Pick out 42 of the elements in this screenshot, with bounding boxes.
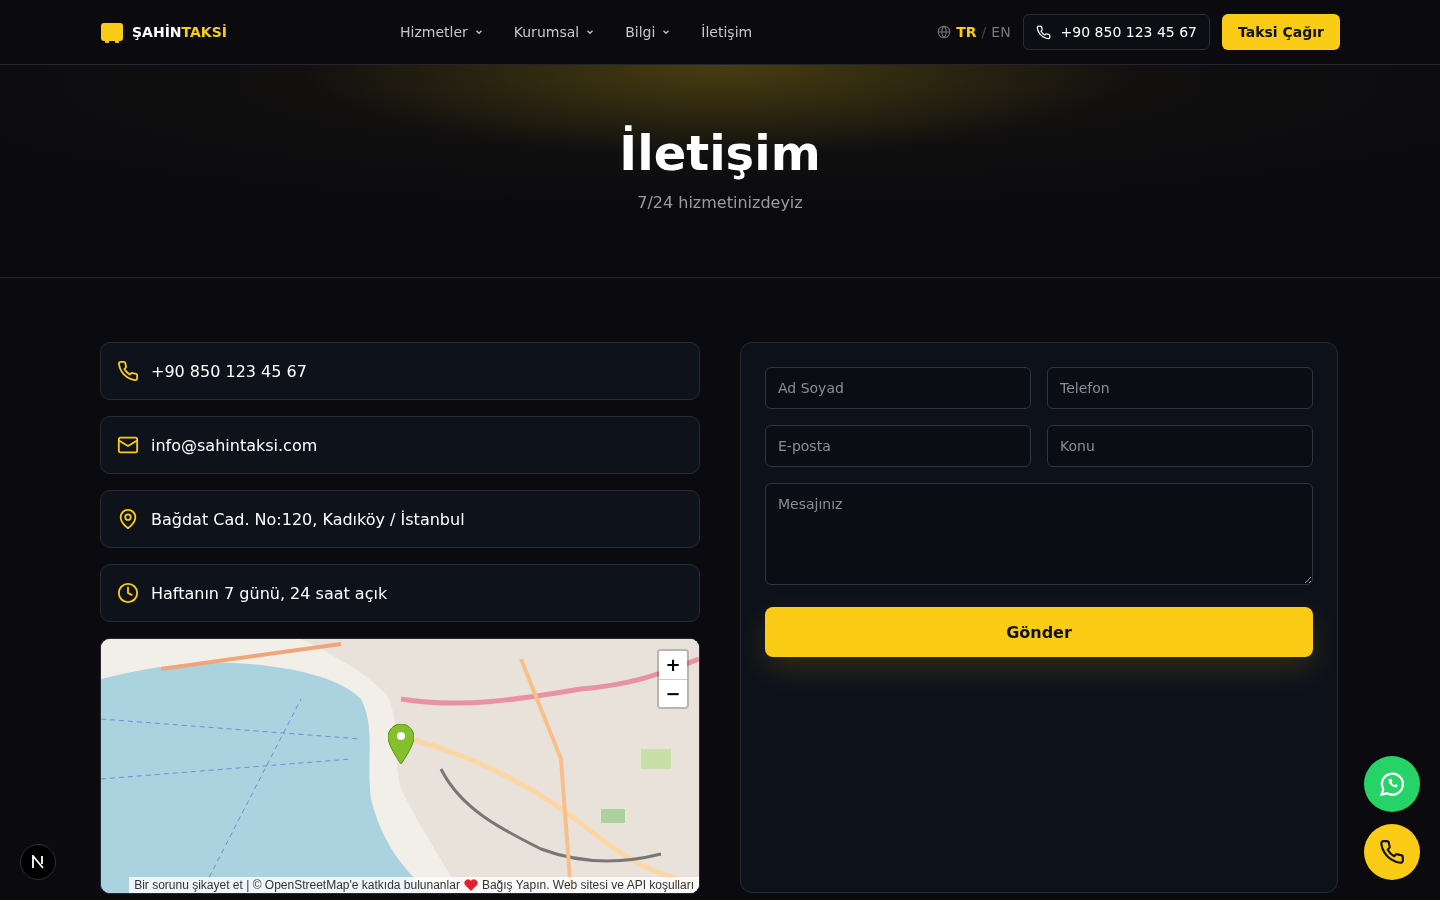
logo-icon: [100, 21, 124, 43]
contact-text: Haftanın 7 günü, 24 saat açık: [151, 583, 388, 603]
mail-icon: [117, 434, 139, 456]
call-button[interactable]: [1364, 824, 1420, 880]
chat-bubble-icon: [1378, 770, 1406, 798]
clock-icon: [117, 582, 139, 604]
nav-link[interactable]: Hizmetler: [400, 24, 484, 40]
logo-text: ŞAHİNTAKSİ: [132, 24, 227, 40]
separator: /: [981, 24, 987, 40]
nav-link[interactable]: Kurumsal: [513, 24, 596, 40]
map-pin-icon: [388, 724, 414, 764]
globe-icon: [937, 25, 952, 39]
phone-icon: [117, 360, 139, 382]
page-subtitle: 7/24 hizmetinizdeyiz: [636, 193, 804, 212]
input-field[interactable]: E-posta: [765, 425, 1031, 467]
message-field[interactable]: Mesajınız: [765, 483, 1313, 585]
logo-icon: [31, 855, 45, 869]
nav-link[interactable]: İletişim: [701, 24, 753, 40]
language-option[interactable]: EN: [991, 24, 1011, 40]
map[interactable]: + − Bir sorunu şikayet et | © OpenStreetMap'e katkıda bulunanlar Bağış Yapın. Web sitesi ve API koşulları: [100, 638, 700, 894]
page-title: İletişim: [618, 124, 822, 183]
submit-button[interactable]: Gönder: [765, 607, 1313, 657]
dev-tools-button[interactable]: [20, 844, 56, 880]
zoom-in-button[interactable]: +: [659, 651, 687, 679]
heart-icon: [463, 879, 478, 891]
zoom-out-button[interactable]: −: [659, 679, 687, 707]
nav-link[interactable]: Bilgi: [625, 24, 672, 40]
contact-text: +90 850 123 45 67: [151, 361, 307, 381]
phone-icon: [1035, 24, 1051, 40]
map-attribution: Bir sorunu şikayet et | © OpenStreetMap'e katkıda bulunanlar: [134, 878, 460, 892]
input-field[interactable]: Telefon: [1047, 367, 1313, 409]
input-field[interactable]: Konu: [1047, 425, 1313, 467]
contact-text: info@sahintaksi.com: [151, 435, 318, 455]
contact-text: Bağdat Cad. No:120, Kadıköy / İstanbul: [151, 509, 465, 529]
phone-button[interactable]: +90 850 123 45 67: [1022, 14, 1211, 50]
chat-button[interactable]: [1364, 756, 1420, 812]
call-taxi-button[interactable]: Taksi Çağır: [1222, 14, 1340, 50]
map-attribution: Bağış Yapın. Web sitesi ve API koşulları: [481, 878, 694, 892]
input-field[interactable]: Ad Soyad: [765, 367, 1031, 409]
phone-icon: [1379, 839, 1405, 865]
language-option[interactable]: TR: [956, 24, 977, 40]
location-pin-icon: [117, 508, 139, 530]
